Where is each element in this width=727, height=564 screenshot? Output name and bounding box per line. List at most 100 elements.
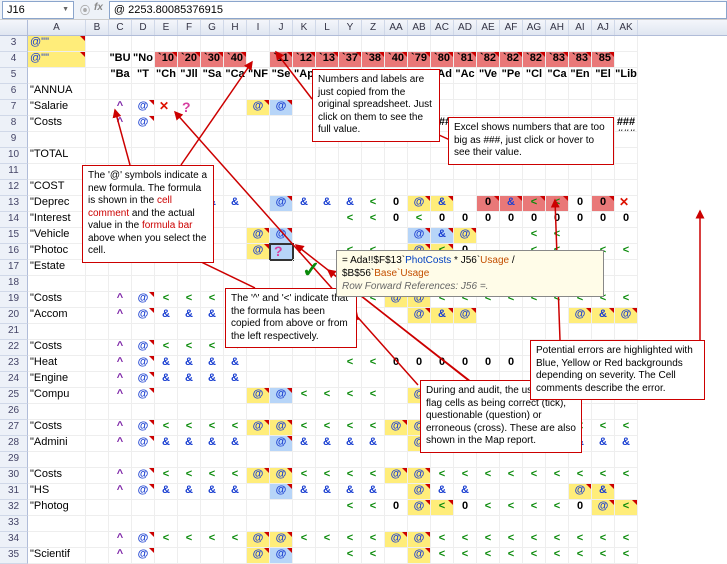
cell-G6[interactable] [201,84,224,100]
cell-Z26[interactable] [362,404,385,420]
cell-I24[interactable] [247,372,270,388]
cell-AK30[interactable]: < [615,468,638,484]
cell-G20[interactable]: & [201,308,224,324]
cell-H12[interactable] [224,180,247,196]
cell-Y23[interactable]: < [339,356,362,372]
cell-H5[interactable]: "Ca [224,68,247,84]
cell-B21[interactable] [86,324,109,340]
cell-B30[interactable] [86,468,109,484]
cell-K24[interactable] [293,372,316,388]
cell-Z31[interactable]: & [362,484,385,500]
cell-Z15[interactable] [362,228,385,244]
cell-F9[interactable] [178,132,201,148]
col-header-AI[interactable]: AI [569,20,592,35]
cell-G5[interactable]: "Sa [201,68,224,84]
cell-Z3[interactable] [362,36,385,52]
row-header-22[interactable]: 22 [0,340,28,356]
cell-F3[interactable] [178,36,201,52]
cell-H17[interactable] [224,260,247,276]
cell-AI33[interactable] [569,516,592,532]
cell-AH20[interactable] [546,308,569,324]
cell-G30[interactable]: < [201,468,224,484]
cell-F26[interactable] [178,404,201,420]
cell-C25[interactable]: ^ [109,388,132,404]
cell-AD32[interactable]: 0 [454,500,477,516]
cell-AF20[interactable] [500,308,523,324]
cell-AJ21[interactable] [592,324,615,340]
cell-H7[interactable] [224,100,247,116]
cell-C3[interactable] [109,36,132,52]
cell-G19[interactable]: < [201,292,224,308]
cell-I28[interactable] [247,436,270,452]
cell-J3[interactable] [270,36,293,52]
cell-AD5[interactable]: "Ac [454,68,477,84]
cell-AK15[interactable] [615,228,638,244]
row-header-18[interactable]: 18 [0,276,28,292]
cell-D32[interactable] [132,500,155,516]
col-header-AB[interactable]: AB [408,20,431,35]
cell-AA31[interactable] [385,484,408,500]
row-header-17[interactable]: 17 [0,260,28,276]
cell-A34[interactable] [28,532,86,548]
cell-AF14[interactable]: 0 [500,212,523,228]
cell-AD29[interactable] [454,452,477,468]
cell-F34[interactable]: < [178,532,201,548]
row-header-33[interactable]: 33 [0,516,28,532]
cell-AA30[interactable]: @ [385,468,408,484]
cell-AJ20[interactable]: & [592,308,615,324]
cell-AA34[interactable]: @ [385,532,408,548]
cell-F21[interactable] [178,324,201,340]
cell-AK6[interactable] [615,84,638,100]
cell-I10[interactable] [247,148,270,164]
cell-AH12[interactable] [546,180,569,196]
cell-AA13[interactable]: 0 [385,196,408,212]
cell-H9[interactable] [224,132,247,148]
cell-AE31[interactable] [477,484,500,500]
cell-Y29[interactable] [339,452,362,468]
row-header-4[interactable]: 4 [0,52,28,68]
cell-AJ28[interactable]: & [592,436,615,452]
cell-AE15[interactable] [477,228,500,244]
cell-AF13[interactable]: & [500,196,523,212]
cell-AB10[interactable] [408,148,431,164]
cell-F5[interactable]: "Jll [178,68,201,84]
cell-AA3[interactable] [385,36,408,52]
cell-AF30[interactable]: < [500,468,523,484]
cell-AD3[interactable] [454,36,477,52]
cell-G4[interactable]: `30 [201,52,224,68]
cell-AB13[interactable]: @ [408,196,431,212]
cell-L15[interactable] [316,228,339,244]
cell-K23[interactable] [293,356,316,372]
cell-AK21[interactable] [615,324,638,340]
cell-G33[interactable] [201,516,224,532]
name-box[interactable]: J16 ▼ [2,1,74,19]
cell-G3[interactable] [201,36,224,52]
cell-B8[interactable] [86,116,109,132]
cell-AJ4[interactable]: `85 [592,52,615,68]
cell-AD14[interactable]: 0 [454,212,477,228]
cell-A27[interactable]: "Costs [28,420,86,436]
cell-Y12[interactable] [339,180,362,196]
cell-E20[interactable]: & [155,308,178,324]
cell-AC11[interactable] [431,164,454,180]
cell-J28[interactable]: @ [270,436,293,452]
row-header-34[interactable]: 34 [0,532,28,548]
row-header-21[interactable]: 21 [0,324,28,340]
cell-AE4[interactable]: `82 [477,52,500,68]
cell-AB21[interactable] [408,324,431,340]
cell-L29[interactable] [316,452,339,468]
cell-E18[interactable] [155,276,178,292]
cell-AC31[interactable]: & [431,484,454,500]
row-header-26[interactable]: 26 [0,404,28,420]
cell-Y14[interactable]: < [339,212,362,228]
cell-Z32[interactable]: < [362,500,385,516]
cell-L24[interactable] [316,372,339,388]
cell-AA28[interactable] [385,436,408,452]
cell-AJ27[interactable]: < [592,420,615,436]
cell-I33[interactable] [247,516,270,532]
cell-Z22[interactable] [362,340,385,356]
cell-AF22[interactable] [500,340,523,356]
cell-K27[interactable]: < [293,420,316,436]
cell-B25[interactable] [86,388,109,404]
cell-AF15[interactable] [500,228,523,244]
